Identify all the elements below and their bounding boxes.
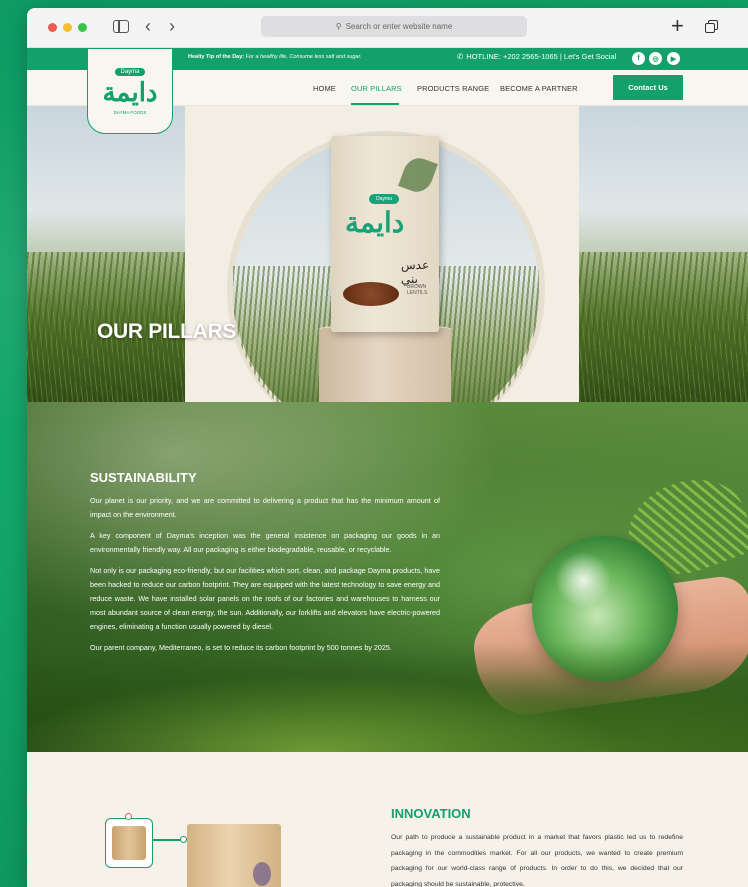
connector-line xyxy=(153,839,181,841)
health-tip: Healty Tip of the Day: For a healthy lif… xyxy=(188,54,362,60)
bag-product-name-ar: عدس بني xyxy=(401,258,430,286)
browser-toolbar: ‹ › ⚲ Search or enter website name + xyxy=(27,8,748,48)
logo-badge: Dayma xyxy=(115,67,145,76)
maximize-window-button[interactable] xyxy=(78,23,87,32)
facebook-icon[interactable]: f xyxy=(632,52,645,65)
back-arrow-icon[interactable]: ‹ xyxy=(145,15,151,37)
nav-become-partner[interactable]: BECOME A PARTNER xyxy=(500,84,578,93)
sustainability-heading: SUSTAINABILITY xyxy=(90,470,197,485)
pouch-flower-illustration xyxy=(253,862,271,886)
logo-subtitle: DAYMA FOODS xyxy=(113,109,147,115)
sustainability-paragraph: Our parent company, Mediterraneo, is set… xyxy=(90,643,392,652)
contact-us-button[interactable]: Contact Us xyxy=(613,75,683,100)
health-tip-text: For a healthy life, Consume less salt an… xyxy=(245,54,362,60)
lentils-product-bag: Dayma دايمة عدس بني BROWN LENTILS xyxy=(331,136,439,332)
sustainability-section: SUSTAINABILITY Our planet is our priorit… xyxy=(27,402,748,752)
nav-home[interactable]: HOME xyxy=(313,84,336,93)
innovation-heading: INNOVATION xyxy=(391,806,471,821)
hero-banner: Dayma دايمة عدس بني BROWN LENTILS OUR PI… xyxy=(27,106,748,402)
product-pedestal xyxy=(319,328,451,402)
innovation-section: INNOVATION Our path to produce a sustain… xyxy=(27,752,748,887)
hotline-info: ✆ HOTLINE: +202 2565-1065 | Let's Get So… xyxy=(457,52,616,61)
sustainability-body: Our planet is our priority, and we are c… xyxy=(90,494,440,662)
sustainability-paragraph: Our planet is our priority, and we are c… xyxy=(90,496,440,519)
sustainability-paragraph: Not only is our packaging eco-friendly, … xyxy=(90,566,440,631)
sidebar-toggle-icon[interactable] xyxy=(113,20,129,33)
address-placeholder: Search or enter website name xyxy=(345,22,453,31)
lentils-illustration xyxy=(343,282,399,306)
bag-product-name-en: BROWN LENTILS xyxy=(407,284,428,296)
sustainability-paragraph: A key component of Dayma's inception was… xyxy=(90,531,440,554)
minimize-window-button[interactable] xyxy=(63,23,72,32)
hotline-text: HOTLINE: +202 2565-1065 | Let's Get Soci… xyxy=(466,52,617,61)
health-tip-label: Healty Tip of the Day: xyxy=(188,54,245,60)
kraft-pouch-image xyxy=(187,824,281,887)
innovation-body: Our path to produce a sustainable produc… xyxy=(391,834,683,887)
bag-brand-badge: Dayma xyxy=(369,194,399,204)
search-icon: ⚲ xyxy=(335,22,342,31)
connector-dot xyxy=(180,836,187,843)
youtube-icon[interactable]: ▶ xyxy=(667,52,680,65)
small-pouch-image xyxy=(112,826,146,860)
close-window-button[interactable] xyxy=(48,23,57,32)
logo-arabic-wordmark: دايمة xyxy=(102,77,158,108)
bag-leaf-illustration xyxy=(398,153,438,197)
active-nav-indicator xyxy=(351,103,399,105)
page-title: OUR PILLARS xyxy=(97,320,237,343)
forward-arrow-icon[interactable]: › xyxy=(169,15,175,37)
connector-dot xyxy=(125,813,132,820)
phone-icon: ✆ xyxy=(457,52,464,61)
nav-our-pillars[interactable]: OUR PILLARS xyxy=(351,84,402,93)
address-bar[interactable]: ⚲ Search or enter website name xyxy=(261,16,527,37)
instagram-icon[interactable]: ◎ xyxy=(649,52,662,65)
small-pouch-frame xyxy=(105,818,153,868)
dayma-logo[interactable]: Dayma دايمة DAYMA FOODS xyxy=(87,48,173,134)
tab-overview-icon[interactable] xyxy=(705,20,719,34)
bag-arabic-wordmark: دايمة xyxy=(345,206,405,239)
browser-window: ‹ › ⚲ Search or enter website name + Hea… xyxy=(27,8,748,887)
new-tab-icon[interactable]: + xyxy=(671,13,684,39)
nav-products-range[interactable]: PRODUCTS RANGE xyxy=(417,84,489,93)
